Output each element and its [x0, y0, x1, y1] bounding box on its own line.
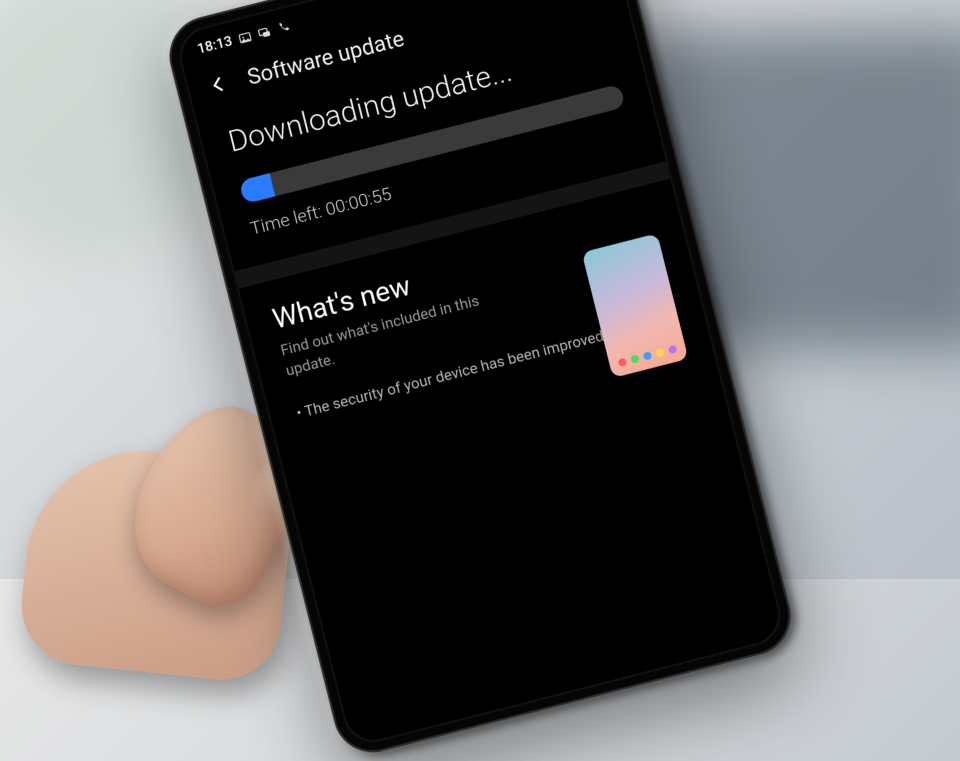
time-left-label: Time left:: [248, 201, 324, 239]
back-button[interactable]: [206, 72, 231, 100]
whats-new-thumbnail: [582, 233, 689, 378]
phone-icon: [275, 19, 292, 36]
image-icon: [236, 29, 253, 46]
time-left-value: 00:00:55: [323, 184, 393, 221]
download-progress-fill: [239, 173, 275, 204]
cast-icon: [255, 24, 272, 41]
chevron-left-icon: [206, 72, 230, 96]
